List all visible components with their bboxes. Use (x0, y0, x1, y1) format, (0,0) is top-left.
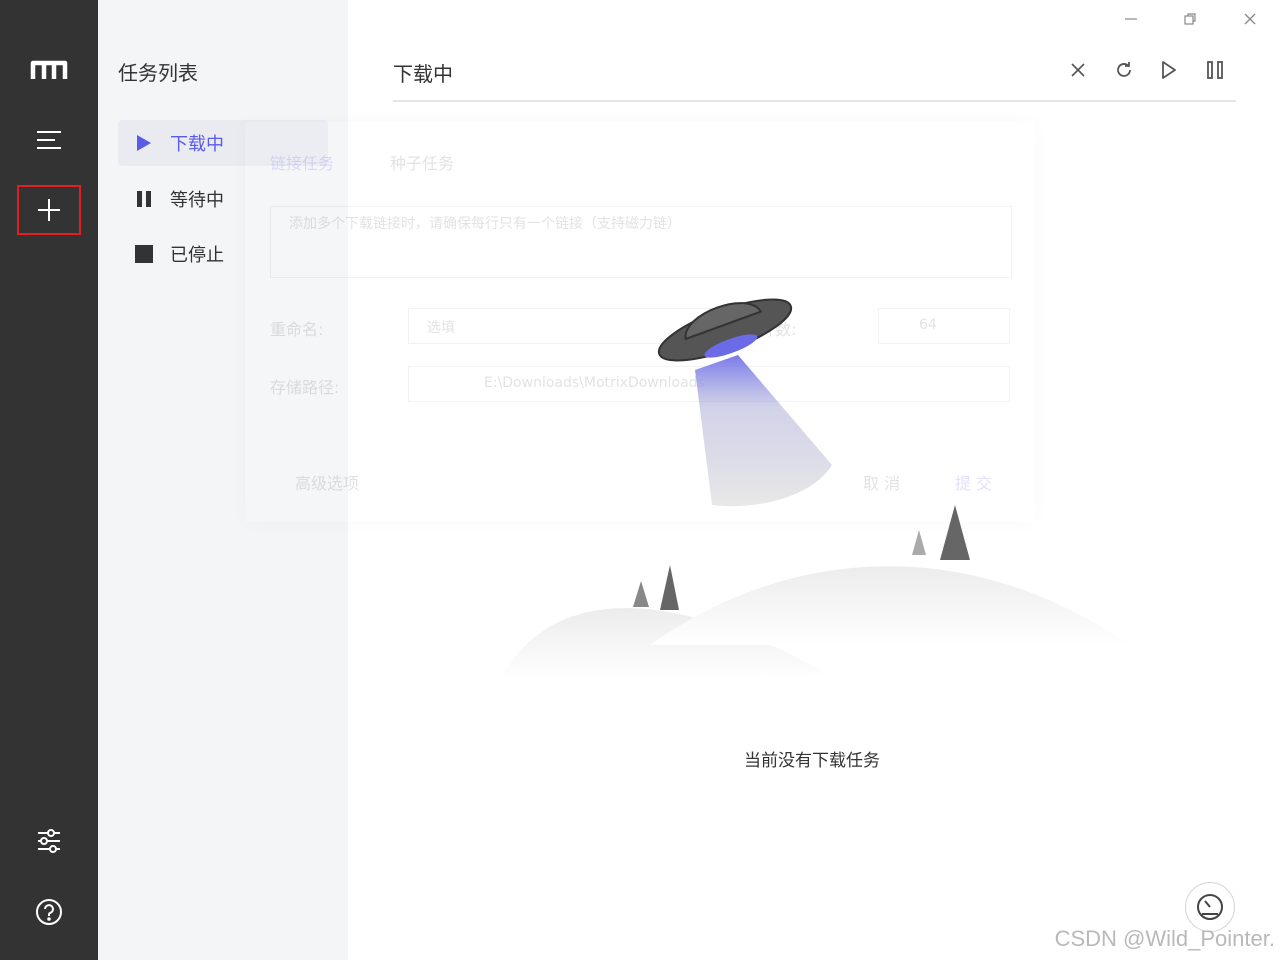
refresh-icon[interactable] (1110, 56, 1138, 84)
menu-icon[interactable] (19, 117, 79, 163)
add-task-icon[interactable] (17, 185, 81, 235)
play-icon (118, 134, 170, 152)
url-textarea: 添加多个下载链接时，请确保每行只有一个链接（支持磁力链） (270, 206, 1012, 278)
pause-icon (118, 190, 170, 208)
speedometer-button[interactable] (1185, 882, 1235, 932)
close-icon[interactable] (1064, 56, 1092, 84)
resume-all-icon[interactable] (1155, 56, 1183, 84)
empty-message: 当前没有下载任务 (744, 751, 880, 771)
tab-waiting-label: 等待中 (170, 190, 224, 211)
sidebar-rail (0, 0, 98, 960)
speedometer-icon (1197, 894, 1223, 920)
preferences-icon[interactable] (19, 818, 79, 864)
task-list-title: 任务列表 (118, 61, 198, 85)
page-title: 下载中 (393, 62, 453, 86)
advanced-label: 高级选项 (295, 474, 360, 493)
stop-icon (118, 245, 170, 263)
header-divider (393, 100, 1236, 102)
tab-torrent-task: 种子任务 (390, 154, 455, 173)
close-window-icon[interactable] (1237, 6, 1263, 32)
empty-illustration (500, 298, 1130, 680)
rename-label: 重命名: (270, 320, 324, 339)
dir-label: 存储路径: (270, 378, 340, 397)
minimize-icon[interactable] (1118, 6, 1144, 32)
rename-placeholder: 选填 (427, 320, 455, 336)
tab-downloading-label: 下载中 (170, 134, 224, 155)
pause-all-icon[interactable] (1201, 56, 1229, 84)
restore-icon[interactable] (1177, 6, 1203, 32)
tab-stopped-label: 已停止 (170, 245, 224, 266)
watermark: CSDN @Wild_Pointer. (1054, 926, 1275, 951)
motrix-logo-icon[interactable] (19, 47, 79, 93)
help-icon[interactable] (19, 889, 79, 935)
url-placeholder: 添加多个下载链接时，请确保每行只有一个链接（支持磁力链） (289, 216, 681, 232)
tab-link-task: 链接任务 (270, 154, 335, 173)
